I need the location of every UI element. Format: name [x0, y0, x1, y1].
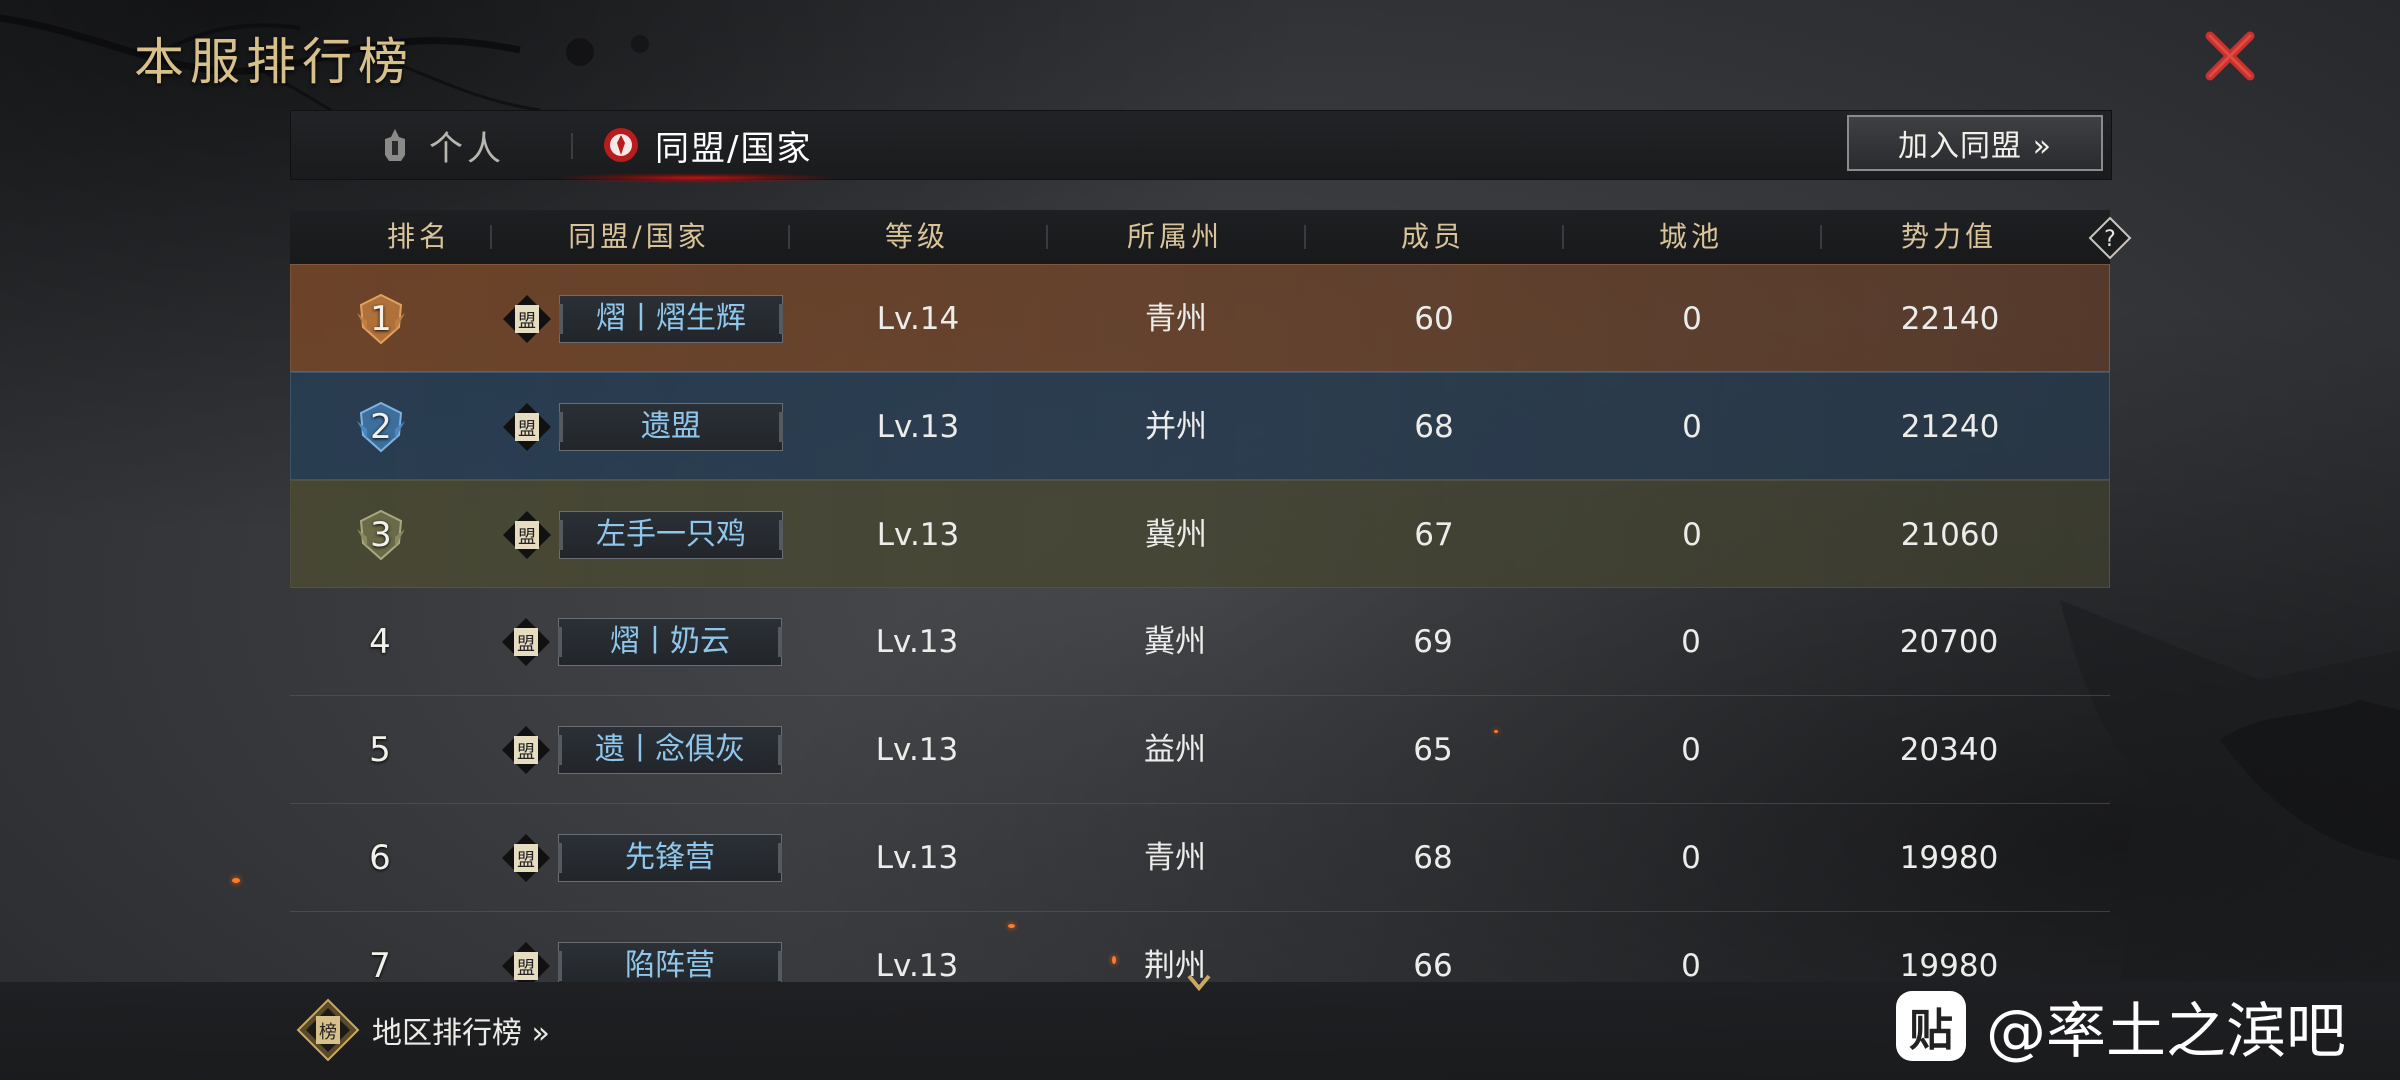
- tab-personal[interactable]: 个人: [375, 111, 505, 179]
- alliance-badge-icon: 盟: [502, 726, 550, 774]
- cities-cell: 0: [1682, 409, 1702, 445]
- table-row[interactable]: 4 盟 熠丨奶云 Lv.13 冀州 69 0 20700: [290, 588, 2110, 696]
- level-cell: Lv.13: [875, 732, 959, 768]
- svg-text:榜: 榜: [319, 1022, 337, 1043]
- table-row[interactable]: 6 盟 先锋营 Lv.13 青州 68 0 19980: [290, 804, 2110, 912]
- members-cell: 68: [1414, 409, 1454, 445]
- svg-text:盟: 盟: [518, 527, 536, 548]
- power-cell: 20340: [1899, 732, 1999, 768]
- cities-cell: 0: [1681, 948, 1701, 982]
- column-header-power: 势力值: [1900, 220, 1997, 253]
- region-ranking-badge-icon: 榜: [296, 998, 360, 1062]
- level-cell: Lv.13: [876, 409, 960, 445]
- tieba-logo-icon: 贴: [1896, 991, 1966, 1061]
- state-cell: 并州: [1145, 409, 1207, 445]
- cities-cell: 0: [1681, 732, 1701, 768]
- level-cell: Lv.13: [875, 840, 959, 876]
- close-icon[interactable]: [2202, 28, 2258, 84]
- cities-cell: 0: [1682, 301, 1702, 337]
- region-ranking-label: 地区排行榜 »: [372, 1016, 550, 1051]
- svg-text:?: ?: [2104, 227, 2116, 252]
- alliance-badge-icon: 盟: [503, 403, 551, 451]
- level-cell: Lv.13: [875, 624, 959, 660]
- power-cell: 21060: [1900, 517, 2000, 553]
- cities-cell: 0: [1682, 517, 1702, 553]
- watermark-text: @率土之滨吧: [1986, 996, 2346, 1067]
- alliance-name-link[interactable]: 熠丨熠生辉: [559, 295, 783, 343]
- alliance-badge-icon: 盟: [502, 618, 550, 666]
- power-cell: 21240: [1900, 409, 2000, 445]
- power-cell: 22140: [1900, 301, 2000, 337]
- help-icon[interactable]: ?: [2088, 216, 2132, 260]
- members-cell: 68: [1413, 840, 1453, 876]
- state-cell: 冀州: [1144, 624, 1206, 660]
- alliance-badge-icon: 盟: [503, 511, 551, 559]
- alliance-badge-icon: 盟: [503, 295, 551, 343]
- alliance-name-link[interactable]: 熠丨奶云: [558, 618, 782, 666]
- state-cell: 青州: [1145, 301, 1207, 337]
- rank-number: 7: [369, 946, 391, 982]
- rank-number: 4: [369, 622, 391, 662]
- alliance-emblem-icon: [604, 128, 638, 162]
- column-header-state: 所属州: [1126, 220, 1223, 253]
- join-alliance-button[interactable]: 加入同盟 »: [1847, 115, 2103, 171]
- tab-bar: 个人 同盟/国家 加入同盟 »: [290, 110, 2112, 183]
- state-cell: 冀州: [1145, 517, 1207, 553]
- tab-alliance-label: 同盟/国家: [655, 128, 813, 169]
- rank-number: 1: [370, 299, 392, 339]
- column-header-cities: 城池: [1658, 220, 1723, 253]
- helmet-icon: [385, 129, 405, 161]
- svg-text:盟: 盟: [518, 311, 536, 332]
- svg-text:盟: 盟: [517, 850, 535, 871]
- members-cell: 69: [1413, 624, 1453, 660]
- alliance-name-link[interactable]: 陷阵营: [558, 942, 782, 982]
- level-cell: Lv.13: [875, 948, 959, 982]
- members-cell: 66: [1413, 948, 1453, 982]
- power-cell: 20700: [1899, 624, 1999, 660]
- page-title: 本服排行榜: [134, 33, 414, 91]
- members-cell: 60: [1414, 301, 1454, 337]
- state-cell: 益州: [1144, 732, 1206, 768]
- state-cell: 青州: [1144, 840, 1206, 876]
- svg-text:盟: 盟: [517, 742, 535, 763]
- alliance-badge-icon: 盟: [502, 834, 550, 882]
- svg-text:盟: 盟: [517, 958, 535, 979]
- state-cell: 荆州: [1144, 948, 1206, 982]
- alliance-badge-icon: 盟: [502, 942, 550, 982]
- tab-divider: [571, 133, 573, 159]
- level-cell: Lv.13: [876, 517, 960, 553]
- table-row[interactable]: 3 盟 左手一只鸡 Lv.13 冀州 67 0 21060: [290, 480, 2110, 588]
- table-header: 排名 同盟/国家 等级 所属州 成员 城池 势力值: [290, 210, 2110, 264]
- ember-particle: [232, 878, 240, 883]
- column-header-members: 成员: [1400, 220, 1465, 253]
- alliance-name-link[interactable]: 先锋营: [558, 834, 782, 882]
- svg-text:盟: 盟: [517, 634, 535, 655]
- power-cell: 19980: [1899, 948, 1999, 982]
- rank-number: 3: [370, 515, 392, 555]
- rank-number: 2: [370, 407, 392, 447]
- region-ranking-button[interactable]: 榜 地区排行榜 »: [296, 998, 550, 1062]
- rank-number: 5: [369, 730, 391, 770]
- table-row[interactable]: 2 盟 遗盟 Lv.13 并州 68 0 21240: [290, 372, 2110, 480]
- alliance-name-link[interactable]: 遗盟: [559, 403, 783, 451]
- table-row[interactable]: 1 盟 熠丨熠生辉 Lv.14 青州 60 0 22140: [290, 264, 2110, 372]
- members-cell: 67: [1414, 517, 1454, 553]
- rank-number: 6: [369, 838, 391, 878]
- members-cell: 65: [1413, 732, 1453, 768]
- column-header-alliance: 同盟/国家: [568, 220, 710, 253]
- watermark: 贴 @率土之滨吧: [1896, 978, 2346, 1074]
- table-row[interactable]: 5 盟 遗丨念俱灰 Lv.13 益州 65 0 20340: [290, 696, 2110, 804]
- level-cell: Lv.14: [876, 301, 960, 337]
- cities-cell: 0: [1681, 840, 1701, 876]
- tab-personal-label: 个人: [429, 128, 505, 169]
- ranking-table: 1 盟 熠丨熠生辉 Lv.14 青州 60 0 22140 2 盟 遗盟 Lv.…: [290, 264, 2110, 982]
- column-header-level: 等级: [884, 220, 949, 253]
- power-cell: 19980: [1899, 840, 1999, 876]
- scroll-down-arrow-icon[interactable]: [1186, 972, 1212, 994]
- tab-alliance-country[interactable]: 同盟/国家: [560, 111, 833, 183]
- alliance-name-link[interactable]: 左手一只鸡: [559, 511, 783, 559]
- cities-cell: 0: [1681, 624, 1701, 660]
- svg-text:盟: 盟: [518, 419, 536, 440]
- alliance-name-link[interactable]: 遗丨念俱灰: [558, 726, 782, 774]
